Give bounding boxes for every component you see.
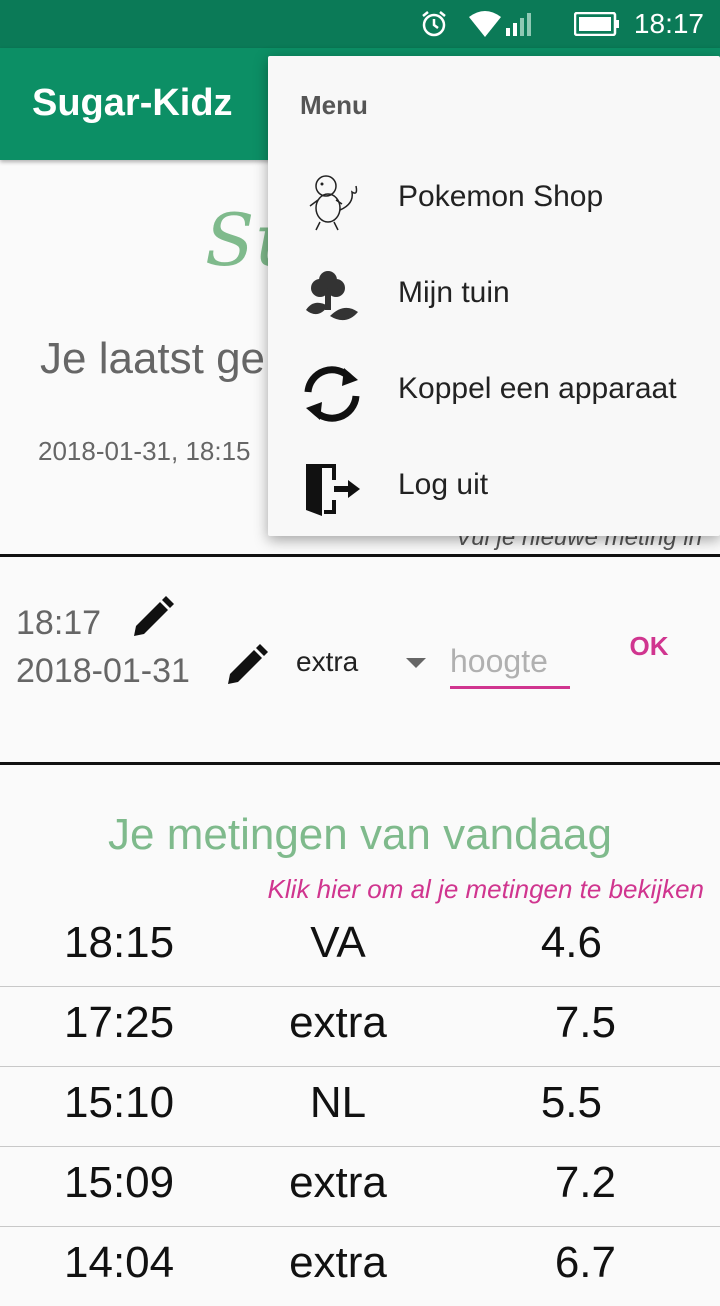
menu-header: Menu	[300, 90, 368, 120]
row-value: 5.5	[540, 1078, 602, 1127]
menu-item-label: Koppel een apparaat	[398, 372, 677, 405]
battery-icon	[574, 12, 619, 36]
height-input[interactable]	[450, 636, 570, 689]
row-value: 6.7	[554, 1238, 616, 1287]
menu-item-my-garden[interactable]: Mijn tuin	[268, 248, 720, 344]
table-row[interactable]: 15:09 extra 7.2	[0, 1146, 720, 1226]
signal-icon	[506, 13, 531, 36]
row-value: 4.6	[540, 918, 602, 967]
today-title: Je metingen van vandaag	[108, 810, 612, 859]
sync-icon	[304, 366, 360, 422]
menu-item-label: Pokemon Shop	[398, 180, 604, 213]
entry-date: 2018-01-31	[16, 652, 190, 690]
table-row[interactable]: 18:15 VA 4.6	[0, 906, 720, 986]
alarm-icon	[422, 11, 446, 37]
garden-icon	[306, 271, 358, 321]
measurement-type-value: extra	[296, 646, 359, 677]
last-measurement-datetime: 2018-01-31, 18:15	[38, 436, 251, 466]
entry-time: 18:17	[16, 604, 102, 642]
edit-time-pencil-icon[interactable]	[130, 596, 174, 640]
table-row[interactable]: 15:10 NL 5.5	[0, 1066, 720, 1146]
measurement-type-select[interactable]: extra	[296, 642, 436, 686]
dropdown-arrow-icon	[406, 658, 426, 668]
edit-date-pencil-icon[interactable]	[224, 644, 268, 688]
ok-button[interactable]: OK	[616, 626, 682, 666]
row-value: 7.2	[554, 1158, 616, 1207]
last-measurement-heading: Je laatst ge	[40, 334, 266, 383]
menu-item-logout[interactable]: Log uit	[268, 440, 720, 536]
divider-bottom	[0, 762, 720, 765]
divider-top	[0, 554, 720, 557]
app-title: Sugar-Kidz	[32, 82, 233, 124]
overflow-menu: Menu Pokemon Shop Mijn tuin Koppel een a…	[268, 56, 720, 536]
menu-item-pokemon-shop[interactable]: Pokemon Shop	[268, 152, 720, 248]
pokemon-icon	[309, 175, 358, 231]
status-time: 18:17	[633, 8, 704, 39]
menu-item-label: Mijn tuin	[398, 276, 510, 309]
wifi-icon	[469, 11, 501, 37]
all-measurements-link[interactable]: Klik hier om al je metingen te bekijken	[268, 874, 704, 905]
table-row[interactable]: 17:25 extra 7.5	[0, 986, 720, 1066]
menu-item-pair-device[interactable]: Koppel een apparaat	[268, 344, 720, 440]
status-bar: 18:17	[0, 0, 720, 48]
table-row[interactable]: 14:04 extra 6.7	[0, 1226, 720, 1306]
logout-icon	[306, 464, 360, 516]
menu-item-label: Log uit	[398, 468, 489, 501]
row-value: 7.5	[554, 998, 616, 1047]
